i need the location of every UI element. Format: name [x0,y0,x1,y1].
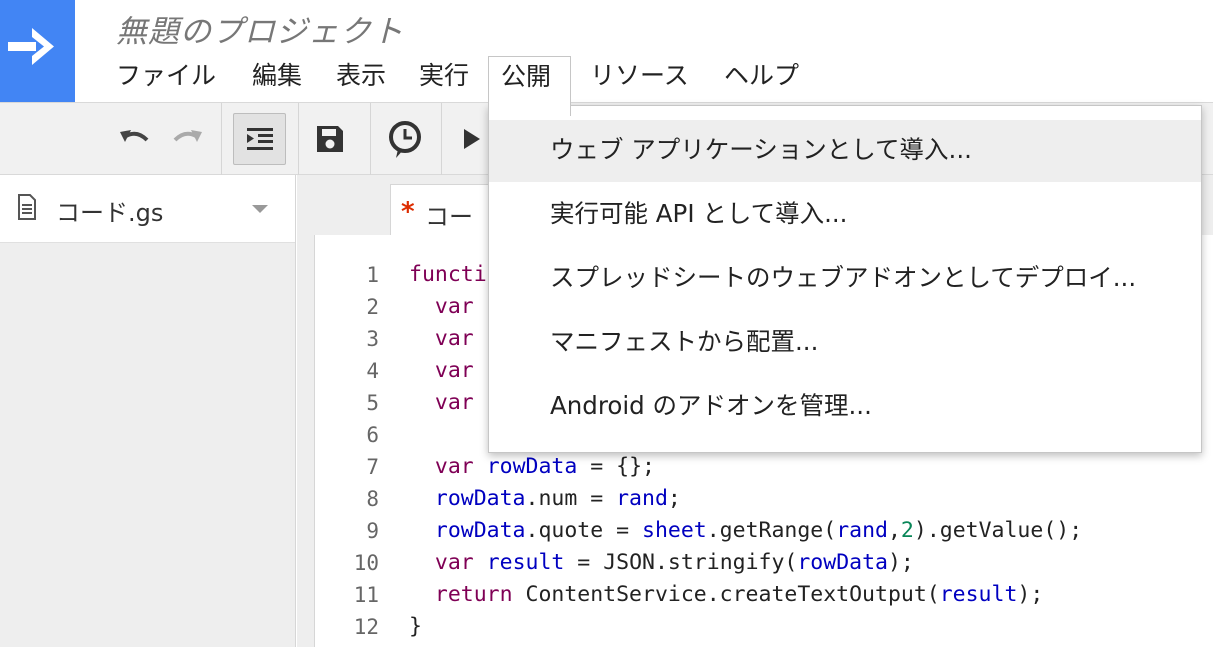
undo-icon [120,130,149,142]
code-token: functi [409,262,487,287]
file-item[interactable]: コード.gs [0,175,295,243]
code-token: = {}; [577,454,655,479]
undo-button[interactable] [116,123,152,155]
menu-item-deploy-api-executable[interactable]: 実行可能 API として導入... [489,184,1201,246]
redo-button[interactable] [170,123,206,155]
run-icon [464,129,480,149]
apps-script-logo[interactable] [0,0,75,102]
code-token: 2 [900,518,914,543]
code-token: rowData [434,518,526,543]
file-name: コード.gs [56,199,164,227]
menu-run[interactable]: 実行 [407,56,481,102]
line-number: 1 [366,263,379,287]
menu-help[interactable]: ヘルプ [712,56,811,102]
line-number: 8 [366,487,379,511]
code-token: .quote = [525,518,642,543]
code-token: var [434,326,474,351]
indent-icon [246,128,273,150]
publish-menu-dropdown: ウェブ アプリケーションとして導入... 実行可能 API として導入... ス… [488,105,1202,453]
line-number: 6 [366,423,379,447]
save-icon [317,126,343,152]
menu-item-manage-android-addon[interactable]: Android のアドオンを管理... [489,376,1201,438]
code-token: var [434,358,474,383]
menu-item-deploy-web-app[interactable]: ウェブ アプリケーションとして導入... [489,120,1201,182]
line-number: 12 [353,615,379,639]
line-number: 9 [366,519,379,543]
file-panel: コード.gs [0,175,296,647]
menu-view[interactable]: 表示 [324,56,398,102]
line-number: 10 [353,551,379,575]
menu-item-deploy-from-manifest[interactable]: マニフェストから配置... [489,312,1201,374]
auto-indent-toggle[interactable] [233,113,286,165]
redo-icon [173,130,202,142]
chevron-down-icon[interactable] [251,204,269,214]
code-line[interactable]: rowData.num = rand; [409,483,1082,515]
save-button[interactable] [310,119,350,159]
clock-icon [389,121,421,158]
code-line[interactable]: rowData.quote = sheet.getRange(rand,2).g… [409,515,1082,547]
code-token: ).getValue(); [913,518,1083,543]
code-token: ; [667,486,681,511]
code-line[interactable]: var result = JSON.stringify(rowData); [409,547,1082,579]
code-token: return [434,582,513,607]
code-token: result [939,582,1018,607]
menu-edit[interactable]: 編集 [240,56,314,102]
code-token: var [434,390,474,415]
line-number: 5 [366,391,379,415]
code-token: var [434,294,474,319]
code-token: } [409,614,422,639]
code-token: ContentService.createTextOutput( [512,582,940,607]
menu-resources[interactable]: リソース [578,56,701,102]
tab-label: コー [425,203,473,231]
unsaved-marker: * [401,197,415,227]
line-number: 7 [366,455,379,479]
code-token: var [434,550,474,575]
arrow-right-icon [8,28,54,65]
code-line[interactable]: } [409,611,1082,643]
code-token: ); [887,550,914,575]
code-token: .num = [525,486,617,511]
code-token: .getRange( [706,518,837,543]
project-title[interactable]: 無題のプロジェクト [116,6,404,51]
menu-publish[interactable]: 公開 [488,56,571,116]
code-token: rowData [797,550,888,575]
code-token: rand [836,518,888,543]
menu-item-deploy-sheets-addon[interactable]: スプレッドシートのウェブアドオンとしてデプロイ... [489,248,1201,310]
code-token: = JSON.stringify( [564,550,798,575]
line-number-gutter: 1 2 3 4 5 6 7 8 9 10 11 12 [315,259,379,643]
code-token: rowData [434,486,526,511]
code-token: rand [616,486,668,511]
code-line[interactable]: var rowData = {}; [409,451,1082,483]
line-number: 4 [366,359,379,383]
code-token: result [486,550,565,575]
line-number: 11 [353,583,379,607]
code-token: var [434,454,474,479]
code-token: sheet [642,518,707,543]
code-token: rowData [486,454,578,479]
run-button[interactable] [458,123,486,155]
document-icon [18,194,36,220]
code-token: ); [1017,582,1044,607]
code-token: , [887,518,901,543]
line-number: 3 [366,327,379,351]
triggers-button[interactable] [383,117,427,161]
code-line[interactable]: return ContentService.createTextOutput(r… [409,579,1082,611]
line-number: 2 [366,295,379,319]
menu-file[interactable]: ファイル [104,56,228,102]
